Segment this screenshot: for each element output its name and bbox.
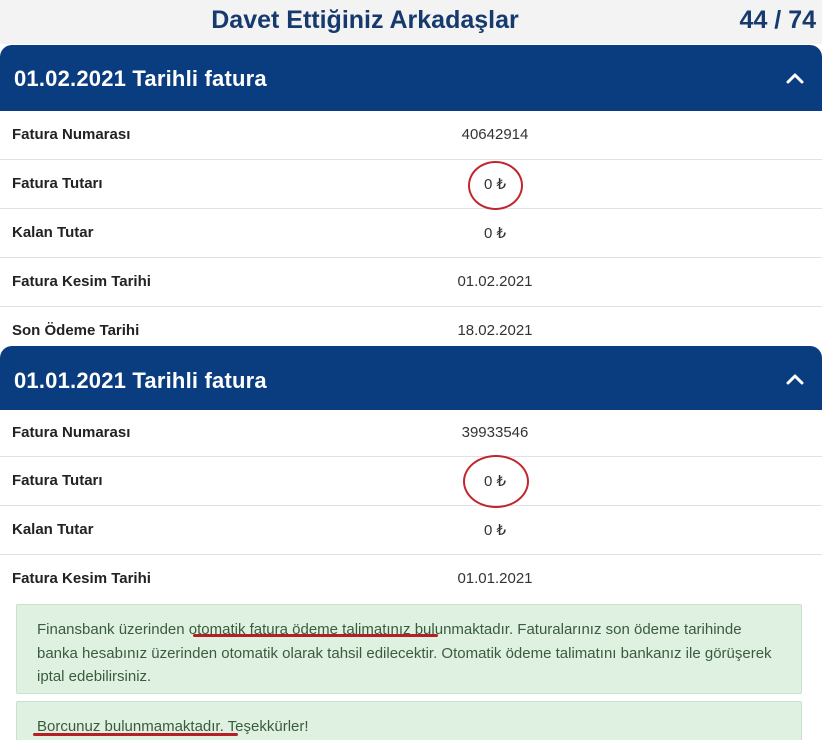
invoice-header-1[interactable]: 01.02.2021 Tarihli fatura xyxy=(0,45,822,111)
row-value: 39933546 xyxy=(461,424,529,441)
invoice-row-remaining: Kalan Tutar 0 ₺ xyxy=(0,209,822,258)
row-label: Fatura Numarası xyxy=(12,424,131,441)
invoice-row-due-date: Son Ödeme Tarihi 18.02.2021 xyxy=(0,307,822,349)
row-value: 0 ₺ xyxy=(483,522,507,539)
row-label: Fatura Tutarı xyxy=(12,175,103,192)
notice-text: Finansbank üzerinden xyxy=(37,621,189,638)
invoice-row-number: Fatura Numarası 40642914 xyxy=(0,111,822,160)
top-bar: Davet Ettiğiniz Arkadaşlar 44 / 74 xyxy=(0,0,822,44)
annotation-circle xyxy=(468,161,523,210)
annotation-circle xyxy=(463,455,529,508)
invoice-row-amount: Fatura Tutarı 0 ₺ xyxy=(0,457,822,506)
invoice-row-issue-date: Fatura Kesim Tarihi 01.01.2021 xyxy=(0,555,822,604)
page-title: Davet Ettiğiniz Arkadaşlar xyxy=(211,6,519,34)
invoice-row-number: Fatura Numarası 39933546 xyxy=(0,410,822,457)
row-label: Fatura Kesim Tarihi xyxy=(12,570,151,587)
autopay-notice: Finansbank üzerinden otomatik fatura öde… xyxy=(16,604,802,694)
row-label: Kalan Tutar xyxy=(12,521,94,538)
annotation-underline xyxy=(33,733,238,736)
invoice-row-remaining: Kalan Tutar 0 ₺ xyxy=(0,506,822,555)
row-label: Fatura Tutarı xyxy=(12,472,103,489)
invoice-header-2[interactable]: 01.01.2021 Tarihli fatura xyxy=(0,346,822,410)
annotation-underline xyxy=(193,634,438,637)
row-label: Kalan Tutar xyxy=(12,224,94,241)
row-value: 01.02.2021 xyxy=(457,273,533,290)
row-value: 40642914 xyxy=(461,126,529,143)
row-value: 0 ₺ xyxy=(483,225,507,242)
invoice-row-amount: Fatura Tutarı 0 ₺ xyxy=(0,160,822,209)
chevron-up-icon[interactable] xyxy=(784,67,806,89)
row-label: Fatura Numarası xyxy=(12,126,131,143)
invoice-title: 01.02.2021 Tarihli fatura xyxy=(14,66,267,91)
row-label: Fatura Kesim Tarihi xyxy=(12,273,151,290)
invite-counter: 44 / 74 xyxy=(739,6,816,34)
row-value: 01.01.2021 xyxy=(457,570,533,587)
chevron-up-icon[interactable] xyxy=(784,368,806,390)
invoice-title: 01.01.2021 Tarihli fatura xyxy=(14,368,267,393)
row-value: 18.02.2021 xyxy=(457,322,533,339)
row-label: Son Ödeme Tarihi xyxy=(12,322,140,339)
invoice-row-issue-date: Fatura Kesim Tarihi 01.02.2021 xyxy=(0,258,822,307)
